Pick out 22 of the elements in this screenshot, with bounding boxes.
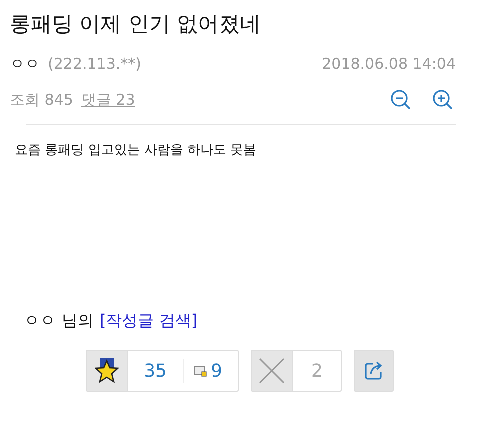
view-count: 조회 845 (10, 90, 74, 110)
zoom-in-icon[interactable] (432, 89, 454, 111)
image-icon (194, 366, 207, 376)
post-date: 2018.06.08 14:04 (322, 55, 456, 73)
post-title: 롱패딩 이제 인기 없어졌네 (10, 11, 262, 38)
author-name: ㅇㅇ (24, 311, 56, 332)
author-suffix: 님의 (62, 311, 94, 332)
author-name: ㅇㅇ (10, 54, 40, 74)
recommend-count: 35 (143, 360, 168, 382)
author-posts-search-link[interactable]: [작성글 검색] (100, 311, 198, 332)
recommend-button[interactable]: 35 9 (86, 350, 240, 392)
zoom-out-icon[interactable] (390, 89, 412, 111)
author-ip: (222.113.**) (48, 55, 142, 73)
close-icon (258, 357, 286, 385)
post-body: 요즘 롱패딩 입고있는 사람을 하나도 못봄 (15, 142, 258, 160)
share-icon (364, 361, 384, 381)
star-icon (95, 358, 120, 384)
dislike-count: 2 (310, 360, 324, 382)
comment-count-link[interactable]: 댓글 23 (81, 90, 136, 110)
fixed-count: 9 (210, 360, 224, 382)
dislike-button[interactable]: 2 (251, 350, 342, 392)
share-button[interactable] (354, 350, 394, 392)
